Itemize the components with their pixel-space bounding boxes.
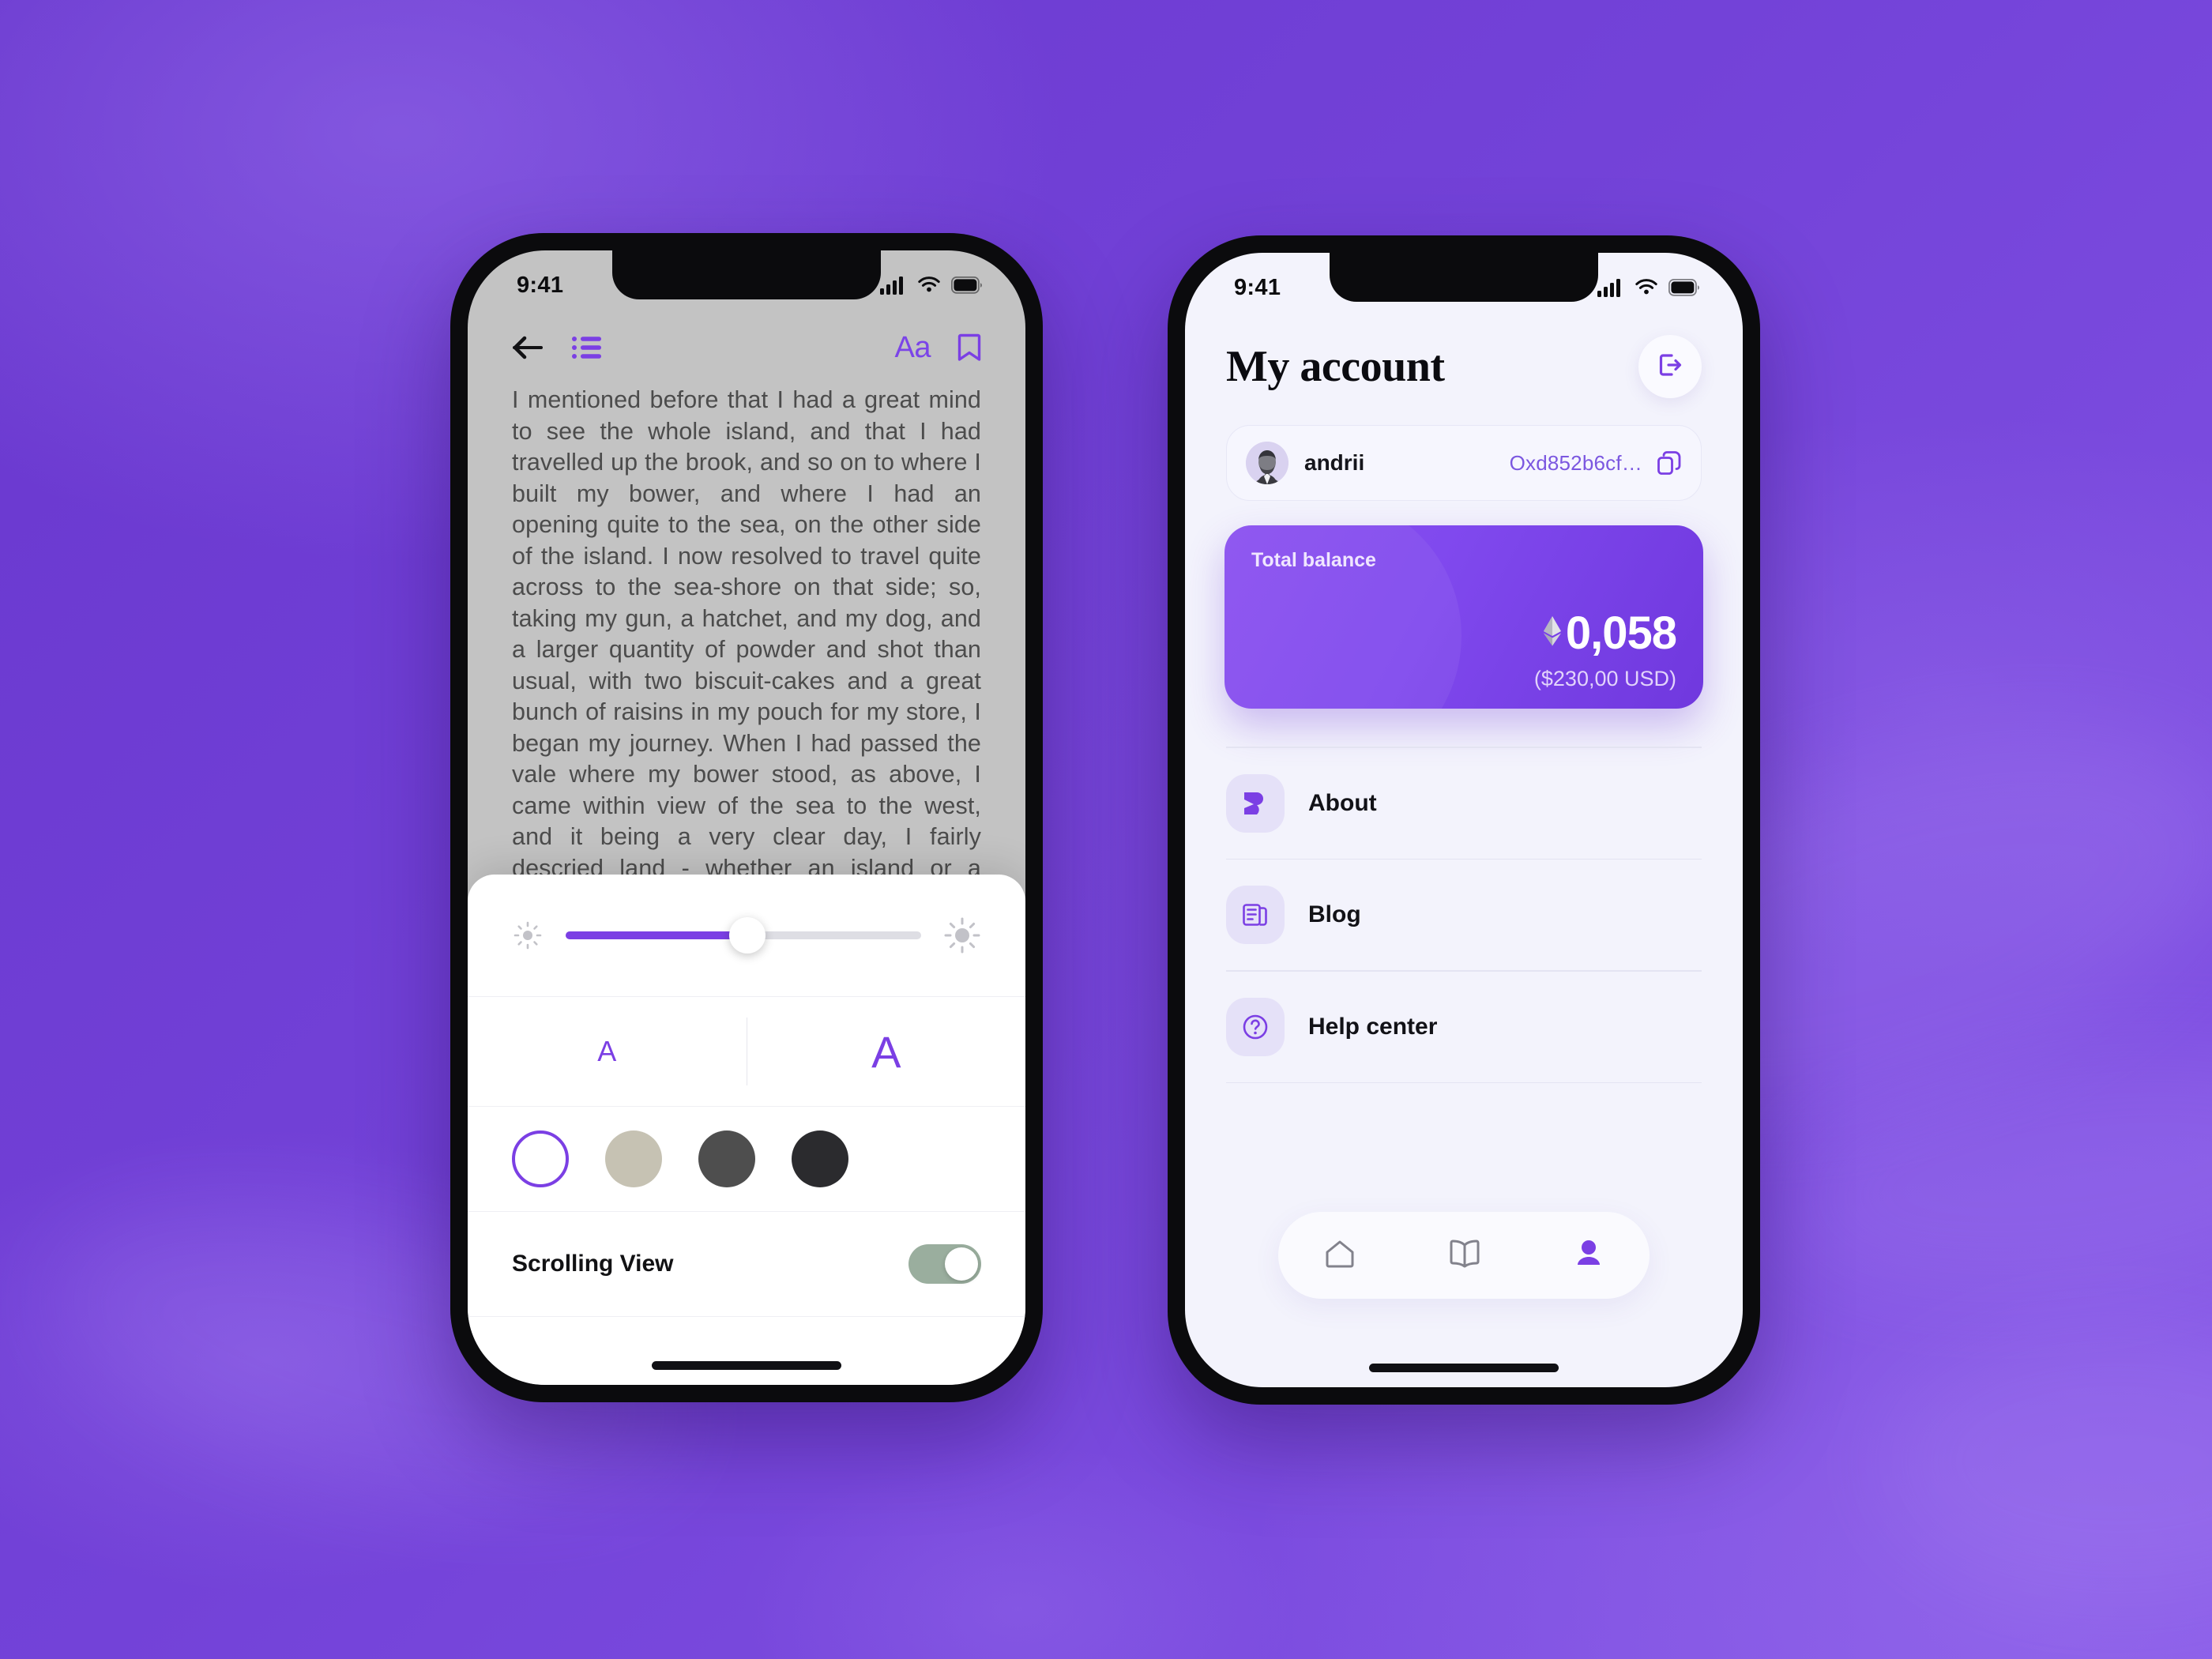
sheet-bottom-area: [468, 1317, 1025, 1385]
background-swirl: [1880, 1327, 2212, 1596]
tab-profile[interactable]: [1571, 1236, 1606, 1276]
black-theme-swatch[interactable]: [792, 1130, 848, 1187]
home-indicator[interactable]: [1369, 1364, 1559, 1372]
page-background: [0, 0, 2212, 1659]
battery-icon: [951, 276, 982, 294]
font-settings-button[interactable]: Aa: [895, 331, 931, 365]
scrolling-view-toggle[interactable]: [908, 1244, 981, 1284]
scrolling-view-label: Scrolling View: [512, 1251, 674, 1277]
reader-screen: 9:41 Aa I mentioned before that I had a …: [468, 250, 1025, 1385]
total-balance-card[interactable]: Total balance 0,058 ($230,00 USD): [1224, 525, 1703, 709]
battery-icon: [1668, 279, 1699, 296]
white-theme-swatch[interactable]: [512, 1130, 569, 1187]
wallet-address-label: Oxd852b6cf…: [1509, 450, 1642, 475]
cellular-signal-icon: [1597, 279, 1620, 297]
wifi-icon: [1635, 279, 1657, 295]
balance-label: Total balance: [1251, 549, 1376, 571]
username-label: andrii: [1304, 450, 1365, 475]
sepia-theme-swatch[interactable]: [605, 1130, 662, 1187]
phone-mockup-account: 9:41 My account andrii Oxd852b6cf… Total…: [1168, 235, 1760, 1405]
menu-item-about[interactable]: About: [1226, 748, 1702, 859]
scrolling-view-row: Scrolling View: [468, 1212, 1025, 1316]
tab-library[interactable]: [1445, 1236, 1484, 1276]
background-swirl: [1763, 1010, 2212, 1329]
book-icon: [1445, 1236, 1484, 1276]
device-notch: [1330, 253, 1598, 302]
reader-toolbar-right: Aa: [895, 331, 981, 365]
brightness-high-icon: [944, 917, 980, 954]
blog-document-icon: [1226, 886, 1285, 944]
table-of-contents-icon[interactable]: [572, 334, 602, 361]
bottom-tab-bar: [1278, 1212, 1650, 1299]
menu-item-help-center[interactable]: Help center: [1226, 972, 1702, 1082]
balance-amount: 0,058: [1565, 608, 1677, 659]
theme-swatch-row: [468, 1107, 1025, 1211]
phone-mockup-reader: 9:41 Aa I mentioned before that I had a …: [450, 233, 1043, 1402]
person-icon: [1571, 1236, 1606, 1276]
toggle-knob: [945, 1247, 978, 1281]
account-header: My account: [1185, 335, 1743, 398]
reader-settings-sheet: A A Scrolling View: [468, 875, 1025, 1385]
balance-amount-group: 0,058: [1542, 607, 1677, 660]
brightness-slider-fill: [566, 931, 747, 939]
ethereum-icon: [1542, 615, 1563, 651]
account-menu: About Blog Help center: [1226, 747, 1702, 1083]
brightness-control-row: [468, 875, 1025, 996]
copy-icon[interactable]: [1657, 450, 1682, 476]
wifi-icon: [918, 276, 940, 292]
user-avatar: [1246, 442, 1288, 484]
status-icons: [880, 276, 983, 295]
logout-button[interactable]: [1638, 335, 1702, 398]
menu-divider: [1226, 1082, 1702, 1083]
reader-toolbar: Aa: [468, 317, 1025, 378]
brightness-slider[interactable]: [566, 917, 921, 954]
font-size-decrease-button[interactable]: A: [468, 997, 747, 1106]
about-logo-icon: [1226, 773, 1285, 833]
gray-theme-swatch[interactable]: [698, 1130, 755, 1187]
font-size-increase-button[interactable]: A: [747, 997, 1026, 1106]
status-icons: [1597, 278, 1700, 297]
font-size-row: A A: [468, 997, 1025, 1106]
menu-label: Help center: [1308, 1013, 1438, 1040]
brightness-low-icon: [514, 921, 542, 950]
status-time: 9:41: [517, 272, 564, 298]
home-indicator[interactable]: [652, 1361, 841, 1370]
logout-icon: [1656, 351, 1684, 383]
menu-label: About: [1308, 789, 1377, 816]
account-screen: 9:41 My account andrii Oxd852b6cf… Total…: [1185, 253, 1743, 1387]
user-account-card[interactable]: andrii Oxd852b6cf…: [1226, 425, 1702, 501]
balance-fiat: ($230,00 USD): [1533, 667, 1676, 690]
menu-item-blog[interactable]: Blog: [1226, 860, 1702, 970]
brightness-slider-knob[interactable]: [728, 917, 766, 954]
cellular-signal-icon: [880, 276, 903, 295]
help-question-icon: [1226, 997, 1285, 1056]
status-time: 9:41: [1234, 274, 1281, 300]
tab-home[interactable]: [1322, 1236, 1358, 1276]
page-title: My account: [1226, 342, 1445, 391]
home-icon: [1322, 1236, 1358, 1276]
bookmark-icon[interactable]: [957, 333, 981, 363]
back-arrow-icon[interactable]: [512, 334, 545, 361]
device-notch: [612, 250, 881, 299]
menu-label: Blog: [1308, 901, 1361, 927]
reader-toolbar-left: [512, 334, 602, 361]
